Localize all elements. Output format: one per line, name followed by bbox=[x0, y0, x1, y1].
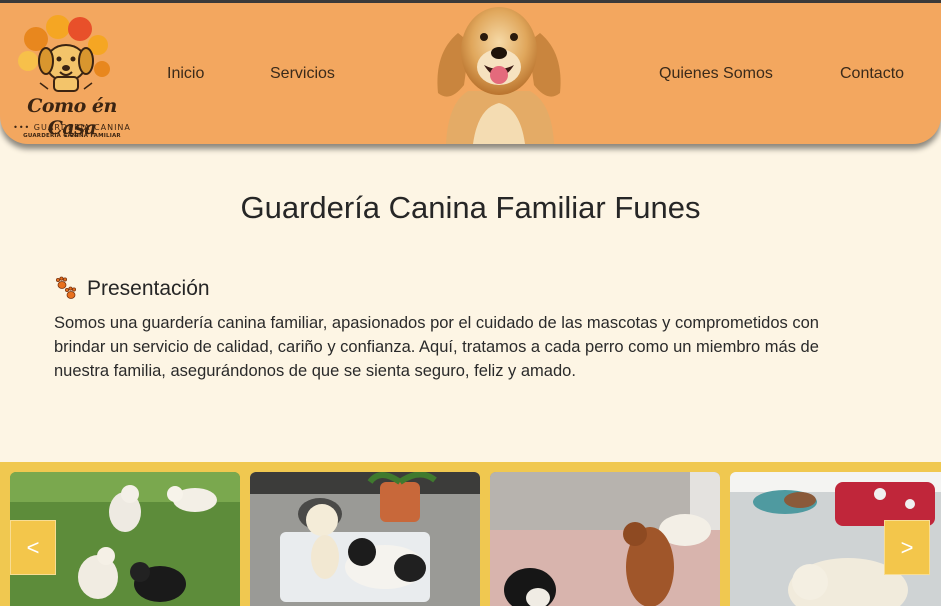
section-text: Somos una guardería canina familiar, apa… bbox=[54, 314, 819, 380]
brand-subtagline: GUARDERÍA CANINA FAMILIAR bbox=[23, 133, 121, 139]
gallery-photo-3[interactable] bbox=[490, 472, 720, 606]
section-heading: Presentación bbox=[54, 276, 210, 302]
carousel-next-button[interactable]: > bbox=[884, 520, 930, 575]
section-title: Presentación bbox=[87, 277, 210, 300]
brand-logo[interactable]: Como én Casa ••• GUARDERIA CANINA ••• GU… bbox=[6, 15, 132, 141]
page-title: Guardería Canina Familiar Funes bbox=[240, 190, 701, 225]
dogs-on-bed-photo bbox=[490, 472, 720, 606]
gallery-photo-2[interactable] bbox=[250, 472, 480, 606]
nav-item-contacto[interactable]: Contacto bbox=[840, 65, 904, 83]
paw-prints-icon bbox=[56, 276, 76, 299]
carousel-prev-button[interactable]: < bbox=[10, 520, 56, 575]
hero-dog-image bbox=[428, 3, 570, 144]
nav-item-quienes-somos[interactable]: Quienes Somos bbox=[659, 65, 773, 83]
site-header: Como én Casa ••• GUARDERIA CANINA ••• GU… bbox=[0, 3, 941, 144]
dogs-on-blanket-photo bbox=[250, 472, 480, 606]
photo-carousel: < > bbox=[0, 462, 941, 606]
nav-item-servicios[interactable]: Servicios bbox=[270, 65, 335, 83]
nav-item-inicio[interactable]: Inicio bbox=[167, 65, 204, 83]
